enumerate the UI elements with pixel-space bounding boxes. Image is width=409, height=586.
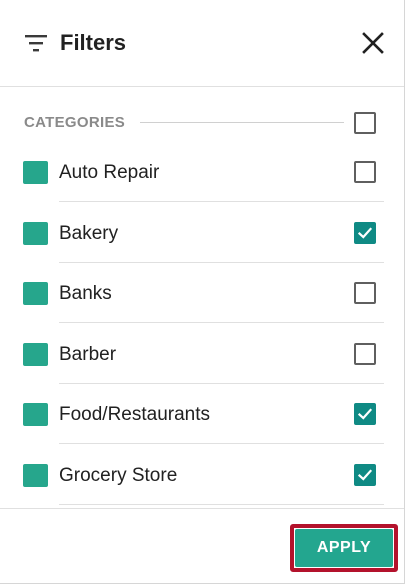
footer-divider [0,508,404,509]
category-checkbox[interactable] [354,221,376,244]
category-label: Barber [59,343,117,365]
category-color-swatch [23,221,48,245]
category-color-swatch [23,161,48,184]
category-label: Grocery Store [59,464,178,486]
filters-panel: Filters CATEGORIES Auto Repair Bakery Bank… [0,0,405,584]
category-label: Food/Restaurants [59,404,211,425]
category-row[interactable]: Barber [0,324,404,384]
checkmark-icon [357,226,373,239]
category-row[interactable]: Auto Repair [0,142,404,202]
categories-label: CATEGORIES [24,114,126,131]
category-color-swatch [23,342,48,366]
checkmark-icon [357,468,373,481]
category-color-swatch [23,282,48,305]
category-checkbox[interactable] [354,161,376,183]
apply-button[interactable]: APPLY [295,529,393,567]
category-row[interactable]: Grocery Store [0,445,404,505]
category-color-swatch [23,463,48,487]
category-label: Auto Repair [59,162,160,183]
section-divider [140,122,344,123]
category-row[interactable]: Food/Restaurants [0,384,404,444]
page-title: Filters [60,30,127,55]
row-divider [59,503,384,505]
category-label: Bakery [59,222,119,244]
category-checkbox[interactable] [354,282,376,304]
category-checkbox[interactable] [354,403,376,425]
select-all-categories-checkbox[interactable] [354,112,376,134]
category-checkbox[interactable] [354,463,376,486]
category-label: Banks [59,283,112,304]
close-icon[interactable] [360,30,386,56]
categories-section-header: CATEGORIES [24,106,380,138]
filters-header: Filters [0,0,404,87]
category-checkbox[interactable] [354,342,376,365]
category-row[interactable]: Bakery [0,203,404,263]
filter-list-icon [25,35,47,52]
checkmark-icon [357,408,373,420]
category-color-swatch [23,403,48,426]
category-row[interactable]: Banks [0,263,404,323]
